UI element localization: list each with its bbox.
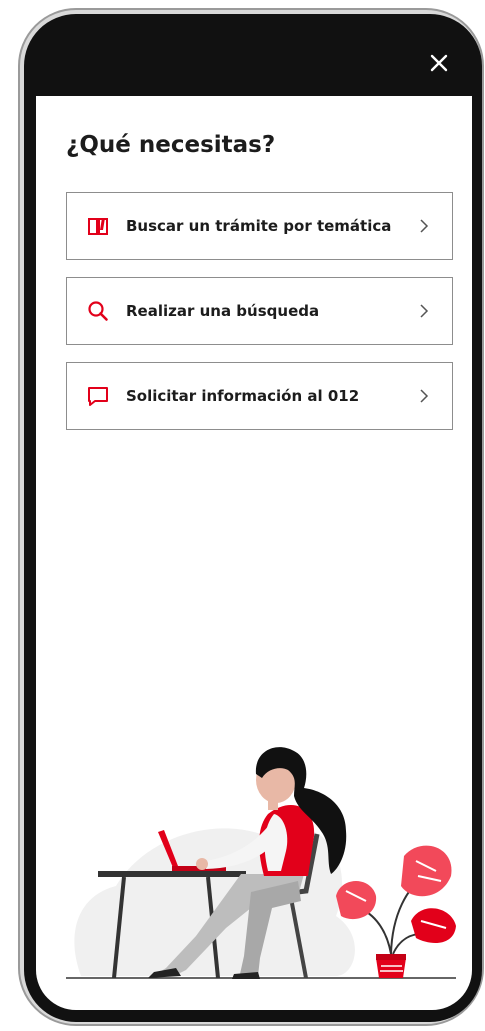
- option-solicitar-informacion[interactable]: Solicitar información al 012: [66, 362, 453, 430]
- screen: ¿Qué necesitas? Buscar un trámite por te…: [36, 96, 472, 1010]
- top-bar: [36, 26, 472, 96]
- search-icon: [88, 301, 108, 321]
- chevron-right-icon: [420, 219, 429, 233]
- option-label: Realizar una búsqueda: [126, 302, 320, 320]
- woman-at-laptop-illustration: [66, 747, 456, 979]
- book-icon: [88, 218, 108, 235]
- chevron-right-icon: [420, 389, 429, 403]
- option-label: Buscar un trámite por temática: [126, 217, 392, 235]
- chevron-right-icon: [420, 304, 429, 318]
- chat-icon: [88, 387, 108, 406]
- option-label: Solicitar información al 012: [126, 387, 360, 405]
- close-icon: [430, 54, 448, 72]
- option-realizar-busqueda[interactable]: Realizar una búsqueda: [66, 277, 453, 345]
- option-buscar-tramite[interactable]: Buscar un trámite por temática: [66, 192, 453, 260]
- close-button[interactable]: [426, 50, 452, 76]
- page-title: ¿Qué necesitas?: [66, 132, 276, 158]
